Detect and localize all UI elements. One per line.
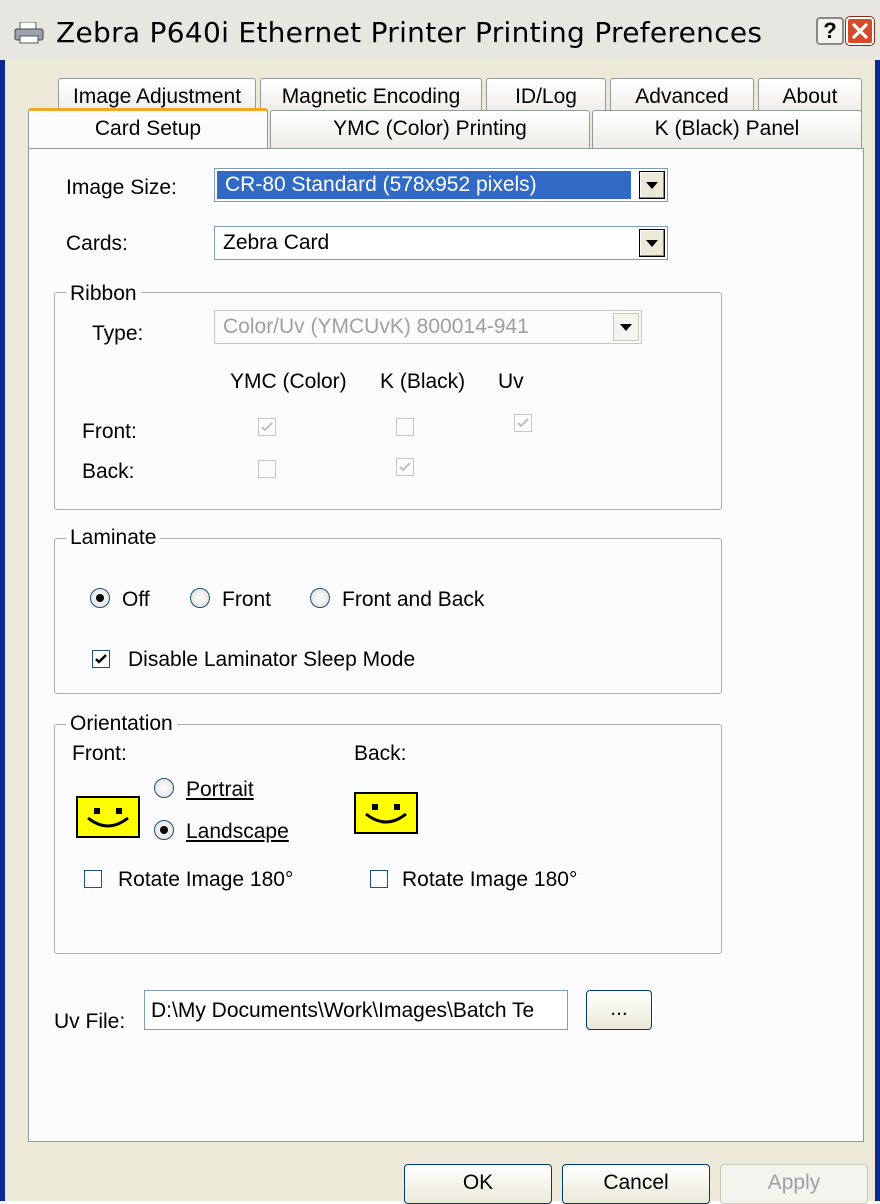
landscape-radio[interactable] — [154, 820, 174, 840]
close-icon — [852, 23, 868, 39]
tab-k-black-panel[interactable]: K (Black) Panel — [592, 110, 862, 148]
laminate-front-and-back-radio[interactable] — [310, 588, 330, 608]
ribbon-col-ymc: YMC (Color) — [230, 370, 347, 393]
uv-file-input[interactable]: D:\My Documents\Work\Images\Batch Te — [144, 990, 568, 1030]
orientation-front-label: Front: — [72, 742, 127, 765]
ok-button[interactable]: OK — [404, 1164, 552, 1204]
ribbon-front-label: Front: — [82, 420, 137, 443]
rotate-front-checkbox[interactable] — [84, 870, 102, 888]
laminate-front-and-back-label: Front and Back — [342, 588, 485, 611]
chevron-down-icon[interactable] — [639, 171, 665, 199]
checkmark-icon — [95, 654, 107, 664]
cards-select[interactable]: Zebra Card — [214, 226, 668, 260]
browse-button[interactable]: ... — [586, 990, 652, 1030]
ribbon-col-k: K (Black) — [380, 370, 466, 393]
rotate-front-label: Rotate Image 180° — [118, 868, 294, 891]
tab-ymc-color-printing[interactable]: YMC (Color) Printing — [270, 110, 590, 148]
title-bar: Zebra P640i Ethernet Printer Printing Pr… — [0, 0, 880, 60]
image-size-value: CR-80 Standard (578x952 pixels) — [225, 173, 537, 196]
ribbon-type-label: Type: — [92, 322, 144, 345]
ribbon-type-select[interactable]: Color/Uv (YMCUvK) 800014-941 — [214, 310, 642, 344]
portrait-label: Portrait — [186, 778, 254, 801]
uv-file-value: D:\My Documents\Work\Images\Batch Te — [151, 999, 535, 1022]
rotate-back-checkbox[interactable] — [370, 870, 388, 888]
ribbon-type-value: Color/Uv (YMCUvK) 800014-941 — [223, 315, 529, 338]
landscape-label: Landscape — [186, 820, 289, 843]
back-orientation-smiley-icon — [354, 792, 418, 834]
tab-row-2: Card Setup YMC (Color) Printing K (Black… — [0, 108, 880, 150]
apply-button[interactable]: Apply — [720, 1164, 868, 1204]
front-k-checkbox[interactable] — [396, 418, 414, 436]
laminate-group-title: Laminate — [66, 526, 161, 550]
ribbon-back-label: Back: — [82, 460, 135, 483]
chevron-down-icon[interactable] — [639, 229, 665, 257]
tab-card-setup[interactable]: Card Setup — [28, 108, 268, 148]
ribbon-col-uv: Uv — [498, 370, 524, 393]
cancel-button[interactable]: Cancel — [562, 1164, 710, 1204]
close-button[interactable] — [846, 17, 874, 45]
uv-file-label: Uv File: — [54, 1010, 126, 1033]
back-k-checkbox[interactable] — [396, 458, 414, 476]
laminate-off-radio[interactable] — [90, 588, 110, 608]
disable-laminator-sleep-checkbox[interactable] — [92, 650, 110, 668]
laminate-front-label: Front — [222, 588, 272, 611]
portrait-radio[interactable] — [154, 778, 174, 798]
help-button[interactable]: ? — [816, 17, 844, 45]
front-uv-checkbox[interactable] — [514, 414, 532, 432]
window-frame-right — [875, 60, 880, 1201]
window-title: Zebra P640i Ethernet Printer Printing Pr… — [56, 16, 763, 49]
image-size-label: Image Size: — [66, 176, 177, 199]
chevron-down-icon[interactable] — [613, 313, 639, 341]
orientation-group-title: Orientation — [66, 712, 177, 736]
back-ymc-checkbox[interactable] — [258, 460, 276, 478]
printer-icon — [14, 22, 44, 44]
window-frame-left — [0, 60, 5, 1201]
disable-laminator-sleep-label: Disable Laminator Sleep Mode — [128, 648, 416, 671]
checkmark-icon — [517, 418, 529, 428]
front-orientation-smiley-icon — [76, 796, 140, 838]
laminate-front-radio[interactable] — [190, 588, 210, 608]
image-size-select[interactable]: CR-80 Standard (578x952 pixels) — [214, 168, 668, 202]
cards-value: Zebra Card — [223, 231, 330, 254]
checkmark-icon — [261, 422, 273, 432]
laminate-off-label: Off — [122, 588, 150, 611]
ribbon-group-title: Ribbon — [66, 282, 141, 306]
rotate-back-label: Rotate Image 180° — [402, 868, 578, 891]
cards-label: Cards: — [66, 232, 128, 255]
front-ymc-checkbox[interactable] — [258, 418, 276, 436]
checkmark-icon — [399, 462, 411, 472]
orientation-back-label: Back: — [354, 742, 407, 765]
